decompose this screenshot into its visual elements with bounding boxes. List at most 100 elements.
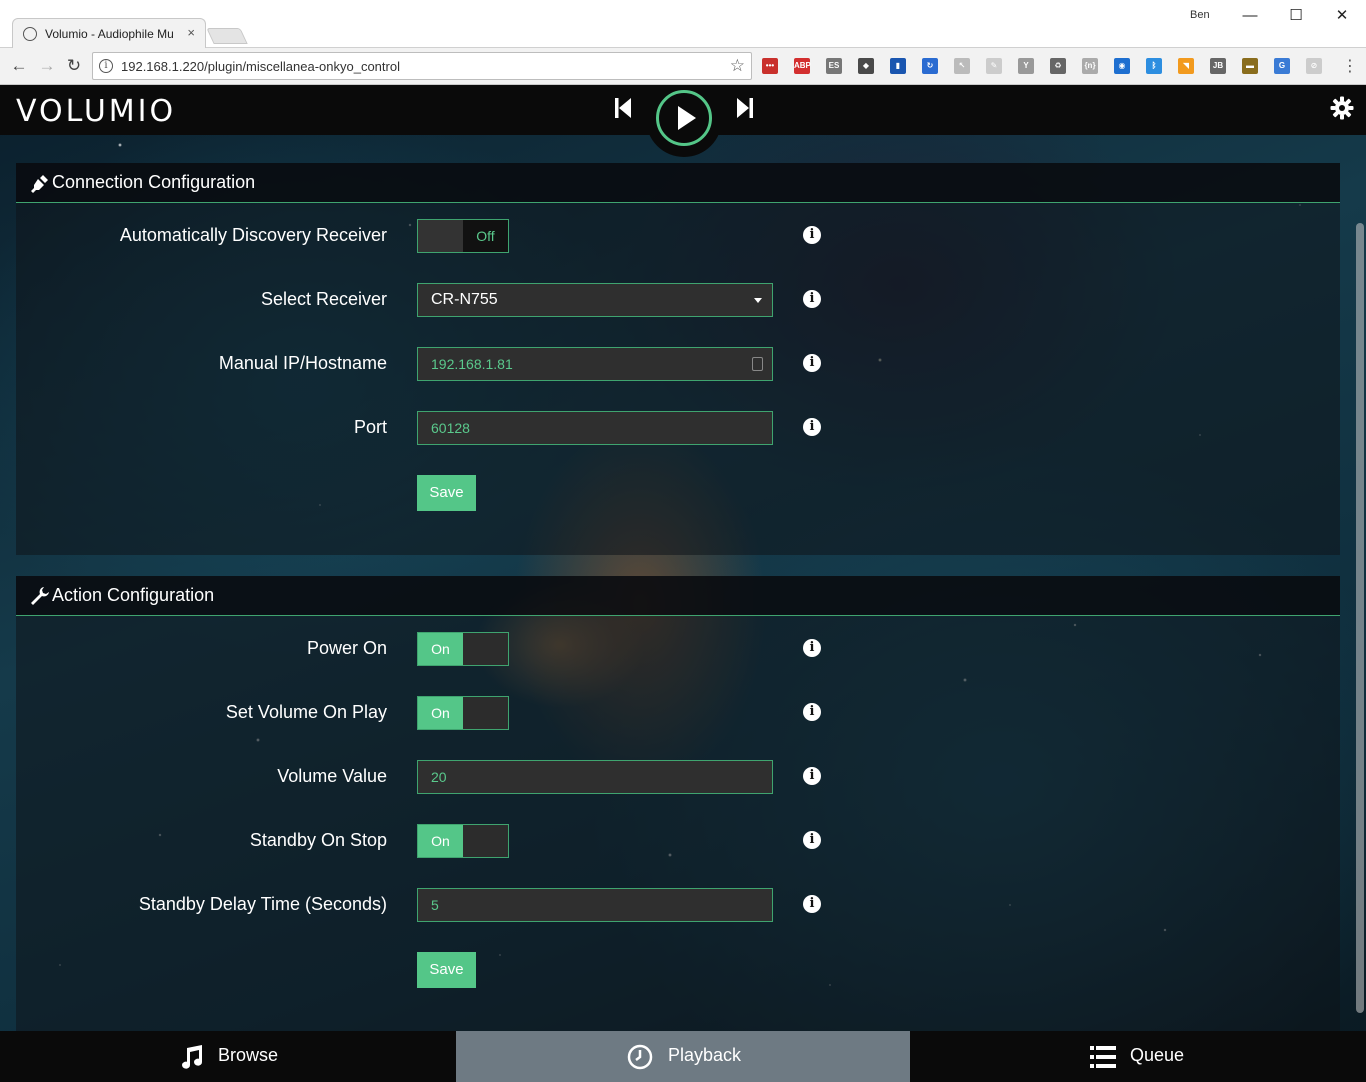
browse-tab[interactable]: Browse bbox=[0, 1031, 456, 1082]
browse-label: Browse bbox=[218, 1045, 279, 1065]
bluetooth-icon[interactable]: ᛒ bbox=[1146, 58, 1162, 74]
bottom-nav: Browse Playback Queue bbox=[0, 1031, 1366, 1082]
rss-icon[interactable]: ◥ bbox=[1178, 58, 1194, 74]
tab-close-icon[interactable]: × bbox=[187, 25, 195, 40]
reload-icon[interactable]: ↻ bbox=[63, 55, 85, 77]
jb-icon[interactable]: JB bbox=[1210, 58, 1226, 74]
burger-icon[interactable]: ▬ bbox=[1242, 58, 1258, 74]
toggle-state-text: On bbox=[418, 697, 463, 729]
volume-value-input[interactable]: 20 bbox=[417, 760, 773, 794]
lastpass-icon[interactable]: ••• bbox=[762, 58, 778, 74]
plug-icon bbox=[31, 175, 48, 193]
standby-on-stop-toggle[interactable]: On bbox=[417, 824, 509, 858]
port-label: Port bbox=[353, 417, 387, 437]
address-bar[interactable]: i 192.168.1.220/plugin/miscellanea-onkyo… bbox=[92, 52, 752, 80]
standby-delay-input[interactable]: 5 bbox=[417, 888, 773, 922]
profile-name[interactable]: Ben bbox=[1190, 9, 1210, 21]
action-save-button[interactable]: Save bbox=[417, 952, 476, 988]
info-icon[interactable]: i bbox=[803, 703, 821, 721]
volume-value-label: Volume Value bbox=[277, 766, 387, 786]
browser-toolbar: ← → ↻ i 192.168.1.220/plugin/miscellanea… bbox=[0, 48, 1366, 85]
app-topbar: VOLUMIO bbox=[0, 85, 1366, 157]
cursor-icon[interactable]: ↖ bbox=[954, 58, 970, 74]
volume-value: 20 bbox=[431, 769, 447, 785]
set-volume-toggle[interactable]: On bbox=[417, 696, 509, 730]
es-icon[interactable]: ES bbox=[826, 58, 842, 74]
toggle-on-part bbox=[418, 220, 463, 252]
volumio-logo[interactable]: VOLUMIO bbox=[16, 94, 176, 129]
settings-gear-icon[interactable] bbox=[1330, 96, 1354, 120]
manual-ip-value: 192.168.1.81 bbox=[431, 356, 513, 372]
info-icon[interactable]: i bbox=[803, 418, 821, 436]
antenna-icon[interactable]: Y bbox=[1018, 58, 1034, 74]
next-track-icon[interactable] bbox=[734, 96, 754, 120]
json-icon[interactable]: {n} bbox=[1082, 58, 1098, 74]
info-icon[interactable]: i bbox=[803, 226, 821, 244]
connection-config-title: Connection Configuration bbox=[52, 172, 256, 192]
forward-arrow-icon[interactable]: → bbox=[36, 55, 58, 77]
manual-ip-input[interactable]: 192.168.1.81 bbox=[417, 347, 773, 381]
list-icon bbox=[1090, 1046, 1116, 1068]
browser-tab[interactable]: Volumio - Audiophile Mu × bbox=[12, 18, 206, 48]
standby-on-stop-label: Standby On Stop bbox=[249, 830, 387, 850]
volumio-favicon-icon bbox=[23, 27, 37, 41]
scrollbar-thumb[interactable] bbox=[1356, 223, 1364, 1013]
translate-icon[interactable]: G bbox=[1274, 58, 1290, 74]
hand-icon[interactable]: ↻ bbox=[922, 58, 938, 74]
select-receiver-value: CR-N755 bbox=[431, 291, 498, 308]
queue-tab[interactable]: Queue bbox=[910, 1031, 1366, 1082]
chevron-down-icon bbox=[754, 298, 762, 303]
music-note-icon bbox=[182, 1045, 203, 1069]
action-config-header: Action Configuration bbox=[16, 576, 1340, 616]
recycle-icon[interactable]: ♻ bbox=[1050, 58, 1066, 74]
wrench-icon bbox=[31, 587, 49, 605]
select-receiver-dropdown[interactable]: CR-N755 bbox=[417, 283, 773, 317]
auto-discovery-toggle[interactable]: Off bbox=[417, 219, 509, 253]
previous-track-icon[interactable] bbox=[614, 96, 634, 120]
playback-tab[interactable]: Playback bbox=[456, 1031, 910, 1082]
tab-title: Volumio - Audiophile Mu bbox=[45, 27, 174, 41]
url-text[interactable]: 192.168.1.220/plugin/miscellanea-onkyo_c… bbox=[121, 59, 400, 74]
minimize-button[interactable]: — bbox=[1230, 4, 1270, 28]
browser-menu-icon[interactable]: ⋮ bbox=[1342, 56, 1358, 76]
blocked-icon[interactable]: ⊘ bbox=[1306, 58, 1322, 74]
volumio-app: VOLUMIO Connection Configuration Automat… bbox=[0, 85, 1366, 1082]
back-arrow-icon[interactable]: ← bbox=[8, 55, 30, 77]
standby-delay-label: Standby Delay Time (Seconds) bbox=[138, 894, 387, 914]
evernote-icon[interactable]: ◆ bbox=[858, 58, 874, 74]
manual-ip-label: Manual IP/Hostname bbox=[218, 353, 387, 373]
info-icon[interactable]: i bbox=[803, 290, 821, 308]
note-icon[interactable]: ✎ bbox=[986, 58, 1002, 74]
bookmark-icon[interactable]: ▮ bbox=[890, 58, 906, 74]
browser-titlebar: Volumio - Audiophile Mu × Ben — ☐ ✕ bbox=[0, 0, 1366, 48]
toggle-state-text: On bbox=[418, 633, 463, 665]
info-icon[interactable]: i bbox=[803, 639, 821, 657]
standby-delay-value: 5 bbox=[431, 897, 439, 913]
power-on-toggle[interactable]: On bbox=[417, 632, 509, 666]
globe-icon[interactable]: ◉ bbox=[1114, 58, 1130, 74]
action-config-title: Action Configuration bbox=[52, 585, 215, 605]
play-icon bbox=[678, 106, 696, 130]
connection-config-panel: Connection Configuration Automatically D… bbox=[16, 163, 1340, 555]
page-scrollbar[interactable] bbox=[1354, 135, 1366, 1031]
connection-config-header: Connection Configuration bbox=[16, 163, 1340, 203]
adblock-icon[interactable]: ABP bbox=[794, 58, 811, 74]
playback-label: Playback bbox=[668, 1045, 742, 1065]
bookmark-star-icon[interactable]: ☆ bbox=[730, 56, 745, 76]
info-icon[interactable]: i bbox=[803, 895, 821, 913]
info-icon[interactable]: i bbox=[803, 767, 821, 785]
connection-save-button[interactable]: Save bbox=[417, 475, 476, 511]
info-icon[interactable]: i bbox=[803, 354, 821, 372]
password-manager-icon[interactable] bbox=[752, 357, 763, 371]
toggle-off-part bbox=[463, 633, 508, 665]
site-info-icon[interactable]: i bbox=[99, 59, 113, 73]
select-receiver-label: Select Receiver bbox=[260, 289, 387, 309]
close-window-button[interactable]: ✕ bbox=[1322, 4, 1362, 28]
power-on-label: Power On bbox=[306, 638, 387, 658]
port-input[interactable]: 60128 bbox=[417, 411, 773, 445]
new-tab-button[interactable] bbox=[206, 28, 248, 44]
auto-discovery-label: Automatically Discovery Receiver bbox=[119, 225, 387, 245]
maximize-button[interactable]: ☐ bbox=[1276, 4, 1316, 28]
info-icon[interactable]: i bbox=[803, 831, 821, 849]
queue-label: Queue bbox=[1130, 1045, 1185, 1065]
